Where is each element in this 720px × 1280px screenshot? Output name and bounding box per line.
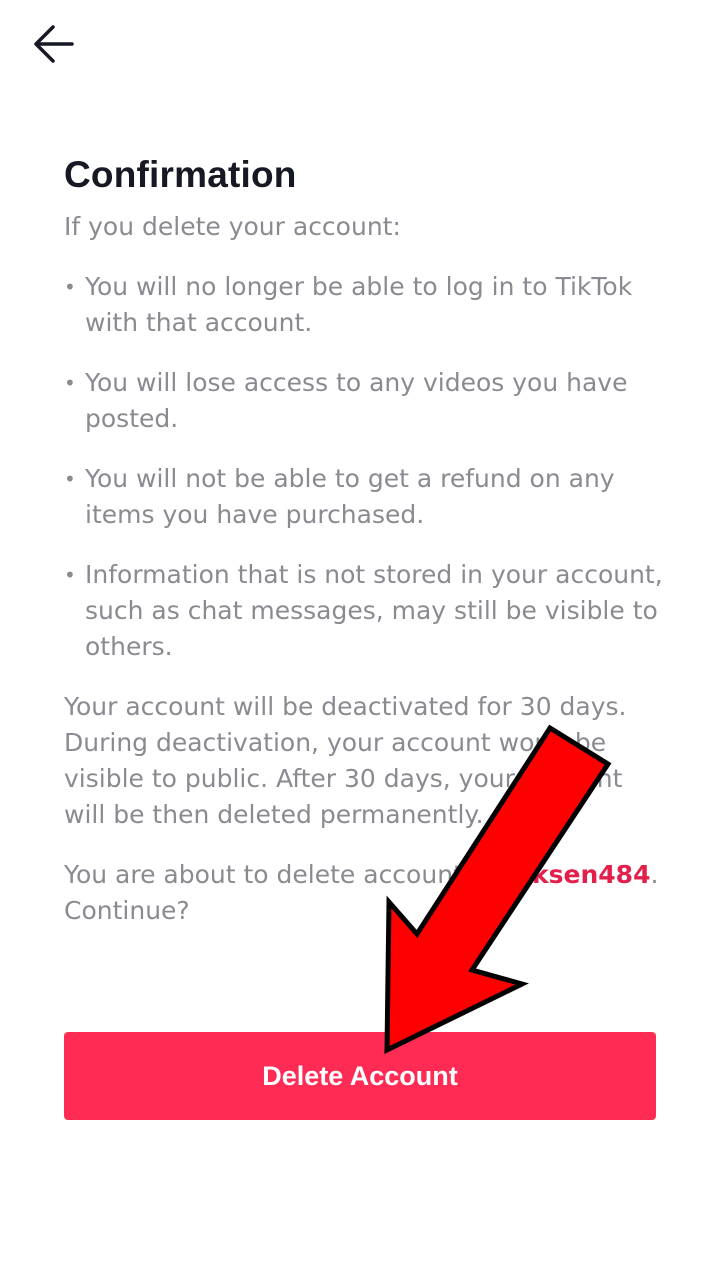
page-title: Confirmation	[64, 154, 297, 195]
list-item-text: You will lose access to any videos you h…	[85, 368, 628, 433]
back-arrow-icon	[34, 25, 74, 63]
deactivation-notice: Your account will be deactivated for 30 …	[64, 692, 627, 829]
username: dipaksen484	[470, 860, 651, 889]
list-item: • Information that is not stored in your…	[64, 557, 664, 665]
back-button[interactable]	[28, 22, 80, 66]
list-item-text: You will no longer be able to log in to …	[85, 272, 633, 337]
list-item-text: Information that is not stored in your a…	[85, 560, 663, 661]
list-item: • You will not be able to get a refund o…	[64, 461, 664, 533]
bullet-dot: •	[64, 275, 76, 299]
consequence-list: • You will no longer be able to log in t…	[64, 269, 664, 665]
bullet-dot: •	[64, 563, 76, 587]
confirmation-content: Confirmation If you delete your account:…	[64, 150, 664, 953]
delete-confirmation-text: You are about to delete account dipaksen…	[64, 857, 664, 929]
intro-text: If you delete your account:	[64, 212, 401, 241]
list-item: • You will lose access to any videos you…	[64, 365, 664, 437]
bullet-dot: •	[64, 371, 76, 395]
delete-account-button[interactable]: Delete Account	[64, 1032, 656, 1120]
list-item: • You will no longer be able to log in t…	[64, 269, 664, 341]
bullet-dot: •	[64, 467, 76, 491]
delete-prompt-prefix: You are about to delete account	[64, 860, 463, 889]
list-item-text: You will not be able to get a refund on …	[85, 464, 615, 529]
